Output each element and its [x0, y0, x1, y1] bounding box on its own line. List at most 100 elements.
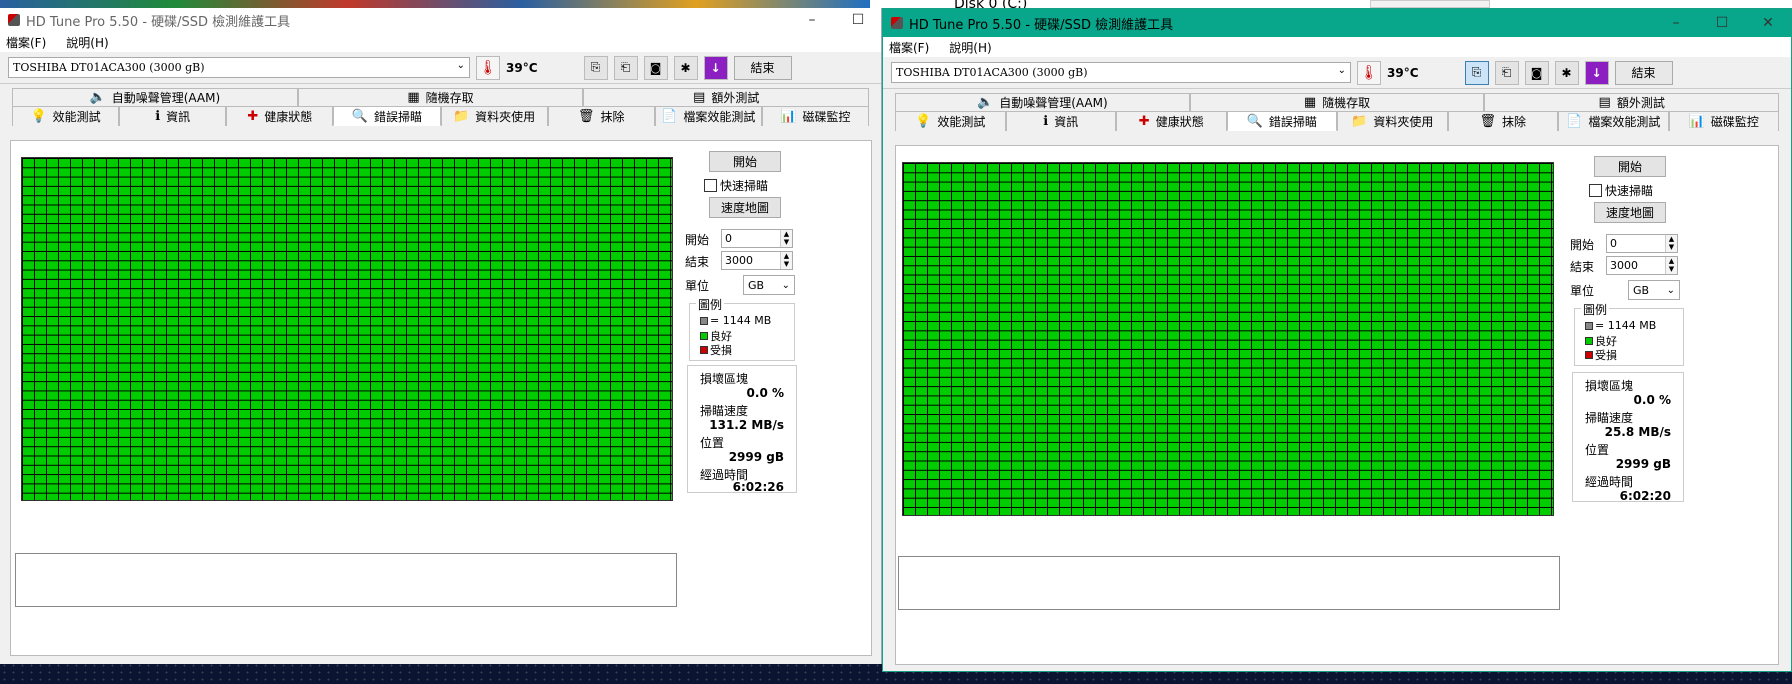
start-spinner[interactable]: 0 ▲ ▼ [721, 229, 793, 248]
legend-bad: 受損 [700, 342, 732, 358]
camera-icon[interactable]: ◙ [643, 55, 668, 80]
checkbox-box[interactable] [704, 179, 717, 192]
tab-benchmark[interactable]: 💡 效能測試 [895, 111, 1006, 131]
tab-label: 抹除 [600, 110, 625, 124]
unit-select[interactable]: GB ⌄ [1628, 280, 1680, 300]
tab-row-bottom: 💡 效能測試 ℹ 資訊 ✚ 健康狀態 🔍 錯誤掃瞄 📁 資料夾使用 🗑 抹除 📄 檔案效能測試… [883, 111, 1791, 131]
elapsed-value: 6:02:26 [732, 480, 784, 494]
hdtune-window-1: HD Tune Pro 5.50 - 硬碟/SSD 檢測維護工具 – ☐ 檔案(… [0, 8, 882, 664]
minimize-icon[interactable]: – [789, 12, 835, 28]
checkbox-box[interactable] [1589, 184, 1602, 197]
start-value: 0 [725, 232, 732, 245]
exit-button[interactable]: 結束 [1614, 60, 1673, 85]
tab-benchmark[interactable]: 💡 效能測試 [12, 106, 120, 126]
copy-all-icon[interactable]: ⎗ [613, 55, 638, 80]
chart-icon: ▤ [693, 90, 706, 105]
tab-health[interactable]: ✚ 健康狀態 [1116, 111, 1227, 131]
random-icon: ▦ [1303, 95, 1317, 110]
start-label: 開始 [1570, 238, 1595, 252]
options-icon[interactable]: ✱ [1554, 60, 1579, 85]
folder-icon: 📁 [1351, 114, 1368, 129]
tab-folder-usage[interactable]: 📁 資料夾使用 [440, 106, 548, 126]
drive-select[interactable]: TOSHIBA DT01ACA300 (3000 gB) ⌄ [891, 62, 1351, 83]
spinner-arrows-icon[interactable]: ▲ ▼ [780, 252, 792, 269]
drive-value: TOSHIBA DT01ACA300 (3000 gB) [13, 61, 205, 74]
quick-scan-checkbox[interactable]: 快速掃瞄 [704, 177, 768, 194]
tab-health[interactable]: ✚ 健康狀態 [226, 106, 334, 126]
position-label: 位置 [1585, 443, 1610, 457]
tab-error-scan[interactable]: 🔍 錯誤掃瞄 [1226, 111, 1337, 131]
chart-icon: ▤ [1598, 95, 1611, 110]
thermometer-icon: 🌡 [476, 55, 500, 80]
log-area[interactable] [898, 556, 1560, 610]
minimize-icon[interactable]: – [1653, 15, 1699, 31]
tab-disk-monitor[interactable]: 📊 磁碟監控 [1668, 111, 1779, 131]
exit-button[interactable]: 結束 [733, 55, 792, 80]
tab-info[interactable]: ℹ 資訊 [1005, 111, 1116, 131]
unit-select[interactable]: GB ⌄ [743, 275, 795, 295]
tab-file-benchmark[interactable]: 📄 檔案效能測試 [654, 106, 762, 126]
log-area[interactable] [15, 553, 677, 607]
thermometer-icon: 🌡 [1357, 60, 1381, 85]
bulb-icon: 💡 [915, 114, 932, 129]
scan-block-map [21, 157, 673, 501]
start-button[interactable]: 開始 [1594, 156, 1666, 177]
legend-bad: 受損 [1585, 347, 1617, 363]
green-swatch-icon [700, 332, 708, 340]
tab-folder-usage[interactable]: 📁 資料夾使用 [1337, 111, 1448, 131]
tab-disk-monitor[interactable]: 📊 磁碟監控 [761, 106, 869, 126]
info-icon: ℹ [155, 109, 161, 124]
tab-label: 磁碟監控 [802, 110, 851, 124]
tab-extra-tests[interactable]: ▤ 額外測試 [583, 88, 870, 106]
tab-aam[interactable]: 🔈 自動噪聲管理(AAM) [12, 88, 298, 106]
start-button[interactable]: 開始 [709, 151, 781, 172]
spinner-arrows-icon[interactable]: ▲ ▼ [1665, 257, 1677, 274]
background-taskbar [0, 0, 870, 8]
menu-file[interactable]: 檔案(F) [6, 34, 46, 51]
tab-random-access[interactable]: ▦ 隨機存取 [297, 88, 584, 106]
tab-info[interactable]: ℹ 資訊 [119, 106, 227, 126]
tab-label: 檔案效能測試 [1588, 115, 1661, 129]
background-column [1370, 0, 1490, 8]
spinner-arrows-icon[interactable]: ▲ ▼ [780, 230, 792, 247]
tab-file-benchmark[interactable]: 📄 檔案效能測試 [1558, 111, 1669, 131]
copy-info-icon[interactable]: ⎘ [583, 55, 608, 80]
unit-value: GB [1633, 283, 1650, 297]
tab-extra-tests[interactable]: ▤ 額外測試 [1484, 93, 1780, 111]
elapsed-value: 6:02:20 [1619, 489, 1671, 503]
down-arrow-icon[interactable]: ↓ [1584, 60, 1609, 85]
maximize-icon[interactable]: ☐ [835, 12, 881, 28]
end-spinner[interactable]: 3000 ▲ ▼ [721, 251, 793, 270]
copy-all-icon[interactable]: ⎗ [1494, 60, 1519, 85]
down-arrow-icon[interactable]: ↓ [703, 55, 728, 80]
copy-info-icon[interactable]: ⎘ [1464, 60, 1489, 85]
tab-label: 隨機存取 [425, 91, 474, 105]
speed-value: 131.2 MB/s [709, 418, 784, 432]
tab-label: 額外測試 [711, 91, 760, 105]
maximize-icon[interactable]: ☐ [1699, 15, 1745, 31]
speed-map-button[interactable]: 速度地圖 [709, 197, 781, 218]
camera-icon[interactable]: ◙ [1524, 60, 1549, 85]
tab-label: 自動噪聲管理(AAM) [999, 96, 1108, 110]
end-spinner[interactable]: 3000 ▲ ▼ [1606, 256, 1678, 275]
menu-help[interactable]: 說明(H) [949, 39, 991, 56]
speed-map-button[interactable]: 速度地圖 [1594, 202, 1666, 223]
tab-label: 健康狀態 [1155, 115, 1204, 129]
damaged-label: 損壞區塊 [1585, 379, 1634, 393]
tab-random-access[interactable]: ▦ 隨機存取 [1189, 93, 1485, 111]
speaker-icon: 🔈 [89, 90, 106, 105]
menu-file[interactable]: 檔案(F) [889, 39, 929, 56]
tab-erase[interactable]: 🗑 抹除 [1447, 111, 1558, 131]
tab-erase[interactable]: 🗑 抹除 [547, 106, 655, 126]
speed-value: 25.8 MB/s [1604, 425, 1671, 439]
close-icon[interactable]: ✕ [1745, 15, 1791, 31]
tab-aam[interactable]: 🔈 自動噪聲管理(AAM) [895, 93, 1190, 111]
menu-help[interactable]: 說明(H) [66, 34, 108, 51]
quick-scan-checkbox[interactable]: 快速掃瞄 [1589, 182, 1653, 199]
start-spinner[interactable]: 0 ▲ ▼ [1606, 234, 1678, 253]
tab-error-scan[interactable]: 🔍 錯誤掃瞄 [333, 106, 441, 126]
quick-scan-label: 快速掃瞄 [720, 179, 769, 193]
drive-select[interactable]: TOSHIBA DT01ACA300 (3000 gB) ⌄ [8, 57, 470, 78]
options-icon[interactable]: ✱ [673, 55, 698, 80]
spinner-arrows-icon[interactable]: ▲ ▼ [1665, 235, 1677, 252]
